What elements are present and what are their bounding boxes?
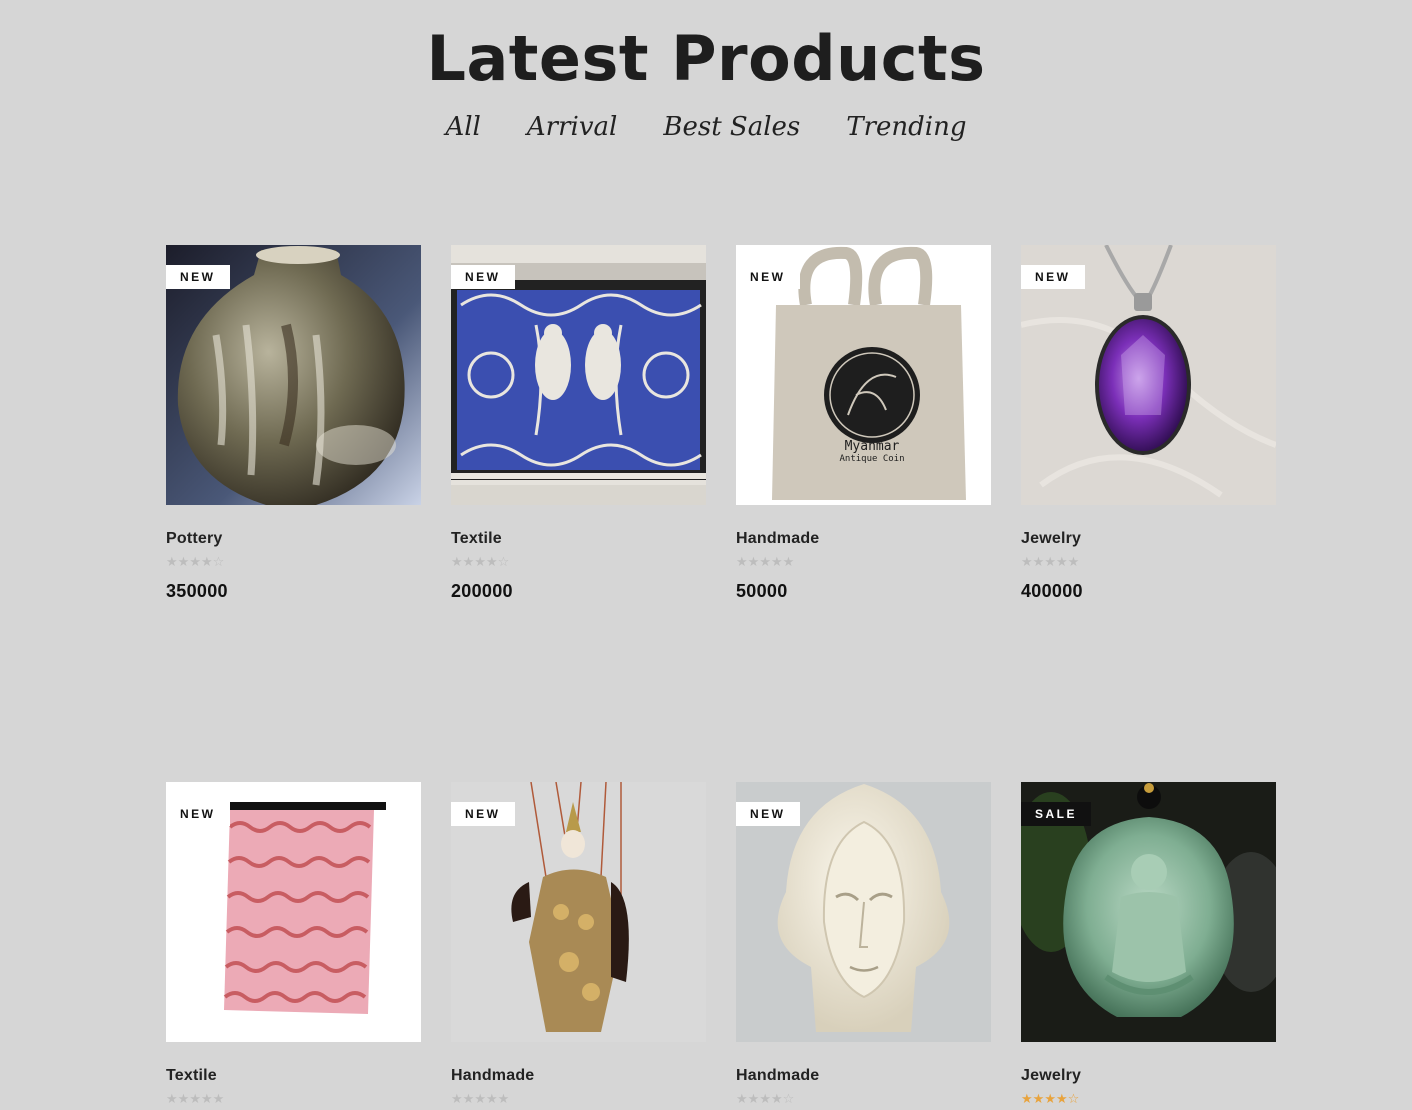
star-filled-icon: ★ [177,1091,190,1106]
product-grid: NEW Pottery ★★★★☆ 350000 NEW Textile ★★★… [166,245,1276,1110]
product-name[interactable]: Pottery [166,530,421,548]
star-filled-icon: ★ [1021,1091,1033,1106]
star-filled-icon: ★ [1044,554,1056,569]
product-card[interactable]: NEW Handmade ★★★★☆ 350000 [736,782,991,1110]
tote-print-subtitle: Antique Coin [839,454,904,464]
badge-sale: SALE [1021,802,1092,826]
filter-tab-trending[interactable]: Trending [845,110,967,144]
star-filled-icon: ★ [462,554,475,569]
star-filled-icon: ★ [747,554,760,569]
star-filled-icon: ★ [770,1091,783,1106]
star-rating: ★★★★★ [736,555,991,569]
product-name[interactable]: Handmade [451,1067,706,1085]
star-filled-icon: ★ [1032,1091,1045,1106]
star-rating: ★★★★★ [1021,555,1276,569]
badge-new: NEW [1021,265,1085,289]
badge-new: NEW [451,265,515,289]
star-filled-icon: ★ [485,554,498,569]
badge-new: NEW [166,802,230,826]
star-filled-icon: ★ [474,554,486,569]
product-name[interactable]: Jewelry [1021,530,1276,548]
star-filled-icon: ★ [736,1091,748,1106]
product-image-marionette-puppet[interactable]: NEW [451,782,706,1042]
product-card[interactable]: NEW Textile ★★★★☆ 200000 [451,245,706,602]
star-filled-icon: ★ [200,1091,213,1106]
filter-tabs: All Arrival Best Sales Trending [0,110,1412,144]
star-filled-icon: ★ [1055,1091,1068,1106]
product-name[interactable]: Handmade [736,530,991,548]
product-image-tote-bag[interactable]: Myanmar Antique Coin NEW [736,245,991,505]
filter-tab-best-sales[interactable]: Best Sales [662,110,801,144]
product-image-pottery-vase[interactable]: NEW [166,245,421,505]
star-filled-icon: ★ [212,1091,225,1106]
star-filled-icon: ★ [462,1091,475,1106]
star-filled-icon: ★ [782,554,795,569]
filter-tab-arrival[interactable]: Arrival [526,110,618,144]
star-filled-icon: ★ [1055,554,1068,569]
star-filled-icon: ★ [747,1091,760,1106]
star-filled-icon: ★ [189,554,201,569]
product-name[interactable]: Jewelry [1021,1067,1276,1085]
product-card[interactable]: SALE Jewelry ★★★★☆ 500000 [1021,782,1276,1110]
product-name[interactable]: Textile [166,1067,421,1085]
product-price: 350000 [166,581,228,601]
filter-tab-all[interactable]: All [444,110,481,144]
star-filled-icon: ★ [770,554,783,569]
star-filled-icon: ★ [497,1091,510,1106]
product-name[interactable]: Textile [451,530,706,548]
star-filled-icon: ★ [166,554,178,569]
star-filled-icon: ★ [177,554,190,569]
badge-new: NEW [451,802,515,826]
star-filled-icon: ★ [759,554,771,569]
star-empty-icon: ☆ [497,554,510,569]
product-card[interactable]: NEW Pottery ★★★★☆ 350000 [166,245,421,602]
star-empty-icon: ☆ [212,554,225,569]
product-price: 400000 [1021,581,1083,601]
product-image-porcelain-mask[interactable]: NEW [736,782,991,1042]
product-image-amethyst-pendant[interactable]: NEW [1021,245,1276,505]
star-filled-icon: ★ [451,554,463,569]
product-name[interactable]: Handmade [736,1067,991,1085]
star-rating: ★★★★☆ [166,555,421,569]
star-empty-icon: ☆ [782,1091,795,1106]
star-filled-icon: ★ [1021,554,1033,569]
product-card[interactable]: NEW Handmade ★★★★★ 150000 [451,782,706,1110]
badge-new: NEW [736,802,800,826]
product-price: 50000 [736,581,788,601]
product-price: 200000 [451,581,513,601]
product-image-blue-tapestry[interactable]: NEW [451,245,706,505]
star-empty-icon: ☆ [1067,1091,1080,1106]
star-filled-icon: ★ [189,1091,201,1106]
star-filled-icon: ★ [1032,554,1045,569]
product-card[interactable]: Myanmar Antique Coin NEW Handmade ★★★★★ … [736,245,991,602]
product-card[interactable]: NEW Textile ★★★★★ 250000 [166,782,421,1110]
star-rating: ★★★★★ [166,1092,421,1106]
star-filled-icon: ★ [736,554,748,569]
product-card[interactable]: NEW Jewelry ★★★★★ 400000 [1021,245,1276,602]
product-image-pink-longyi[interactable]: NEW [166,782,421,1042]
page-title: Latest Products [426,22,986,95]
star-rating: ★★★★☆ [451,555,706,569]
star-rating: ★★★★★ [451,1092,706,1106]
star-rating: ★★★★☆ [1021,1092,1276,1106]
star-filled-icon: ★ [474,1091,486,1106]
star-filled-icon: ★ [1067,554,1080,569]
star-filled-icon: ★ [485,1091,498,1106]
star-filled-icon: ★ [451,1091,463,1106]
badge-new: NEW [166,265,230,289]
product-image-jade-buddha[interactable]: SALE [1021,782,1276,1042]
badge-new: NEW [736,265,800,289]
star-filled-icon: ★ [1044,1091,1056,1106]
star-filled-icon: ★ [200,554,213,569]
tote-print-title: Myanmar [845,439,900,454]
star-filled-icon: ★ [759,1091,771,1106]
star-rating: ★★★★☆ [736,1092,991,1106]
star-filled-icon: ★ [166,1091,178,1106]
